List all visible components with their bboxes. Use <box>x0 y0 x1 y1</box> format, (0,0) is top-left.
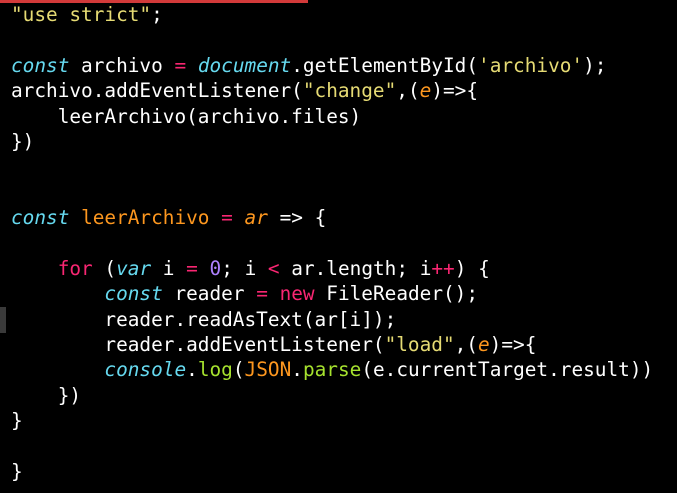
code-line[interactable] <box>11 231 653 256</box>
code-token-string: "load" <box>384 333 455 357</box>
code-token-text: ; i <box>221 256 268 280</box>
code-line[interactable]: leerArchivo(archivo.files) <box>11 104 653 129</box>
code-token-text: FileReader(); <box>314 282 479 306</box>
code-line[interactable]: } <box>11 459 653 484</box>
code-token-text: ); <box>583 53 607 77</box>
code-token-keyword: const <box>11 53 70 77</box>
code-editor[interactable]: "use strict"; const archivo = document.g… <box>0 0 677 493</box>
code-token-text: )=>{ <box>489 333 537 357</box>
code-line[interactable]: const leerArchivo = ar => { <box>11 205 653 230</box>
code-line[interactable]: "use strict"; <box>11 2 653 27</box>
code-token-text: => { <box>267 206 327 230</box>
code-line[interactable]: const reader = new FileReader(); <box>11 281 653 306</box>
code-line[interactable]: reader.addEventListener("load",(e)=>{ <box>11 332 653 357</box>
code-token-param: e <box>419 79 432 103</box>
code-line[interactable]: } <box>11 408 653 433</box>
code-token-text: (e.currentTarget.result)) <box>361 358 654 382</box>
code-token-operator: = <box>221 206 233 230</box>
code-token-operator: ++ <box>431 256 455 280</box>
code-token-text: leerArchivo(archivo.files) <box>11 104 362 128</box>
code-line[interactable]: const archivo = document.getElementById(… <box>11 53 653 78</box>
code-token-text: ) { <box>454 256 490 280</box>
code-token-builtin: document <box>197 53 292 77</box>
code-token-text: ,( <box>396 79 420 103</box>
code-token-text: )=>{ <box>431 79 479 103</box>
code-token-function: leerArchivo <box>81 206 210 230</box>
code-token-param: e <box>477 333 490 357</box>
code-token-operator: = <box>174 53 187 77</box>
code-token-text: reader.addEventListener( <box>11 333 385 357</box>
code-line[interactable]: console.log(JSON.parse(e.currentTarget.r… <box>11 357 653 382</box>
code-token-text: archivo.addEventListener( <box>11 79 303 103</box>
code-line[interactable]: }) <box>11 383 653 408</box>
code-token-method: log <box>197 358 233 382</box>
code-token-text: }) <box>11 383 82 407</box>
code-token-text: ar.length; i <box>279 256 432 280</box>
code-token-keyword: const <box>11 206 70 230</box>
code-line[interactable]: reader.readAsText(ar[i]); <box>11 307 653 332</box>
code-token-text: . <box>291 358 303 382</box>
code-line[interactable]: }) <box>11 129 653 154</box>
code-token-operator: = <box>186 256 198 280</box>
code-token-operator: = <box>256 282 268 306</box>
code-token-text: ; <box>151 3 163 26</box>
code-line[interactable] <box>11 154 653 179</box>
code-token-text: archivo <box>69 53 175 77</box>
code-token-control: new <box>279 282 315 306</box>
code-token-string: 'archivo' <box>478 53 584 77</box>
code-line[interactable]: archivo.addEventListener("change",(e)=>{ <box>11 78 653 103</box>
code-token-text: ( <box>232 358 245 382</box>
code-token-param: ar <box>244 206 268 230</box>
code-token-text: i <box>151 256 187 280</box>
code-token-method: parse <box>302 358 362 382</box>
code-token-string: "change" <box>302 79 397 103</box>
code-token-operator: < <box>267 256 280 280</box>
code-token-keyword: const <box>104 282 163 306</box>
code-line[interactable] <box>11 434 653 459</box>
code-token-text: } <box>11 460 23 484</box>
code-token-number: 0 <box>209 256 222 280</box>
code-line[interactable] <box>11 27 653 52</box>
code-line[interactable]: for (var i = 0; i < ar.length; i++) { <box>11 256 653 281</box>
code-line[interactable] <box>11 180 653 205</box>
code-token-text: } <box>11 409 23 433</box>
line-marker <box>0 307 6 333</box>
code-token-text: }) <box>11 129 35 153</box>
code-token-text: . <box>186 358 198 382</box>
code-token-string: "use strict" <box>11 3 152 26</box>
code-token-keyword: var <box>116 256 152 280</box>
code-token-text: ,( <box>454 333 478 357</box>
code-token-text: .getElementById( <box>291 53 479 77</box>
code-area[interactable]: "use strict"; const archivo = document.g… <box>11 2 653 484</box>
code-token-text: ( <box>92 256 117 280</box>
code-token-text: reader.readAsText(ar[i]); <box>11 307 397 331</box>
code-token-builtin: console <box>104 358 187 382</box>
code-token-function: JSON <box>244 358 292 382</box>
code-token-text: reader <box>162 282 257 306</box>
code-token-control: for <box>57 256 93 280</box>
